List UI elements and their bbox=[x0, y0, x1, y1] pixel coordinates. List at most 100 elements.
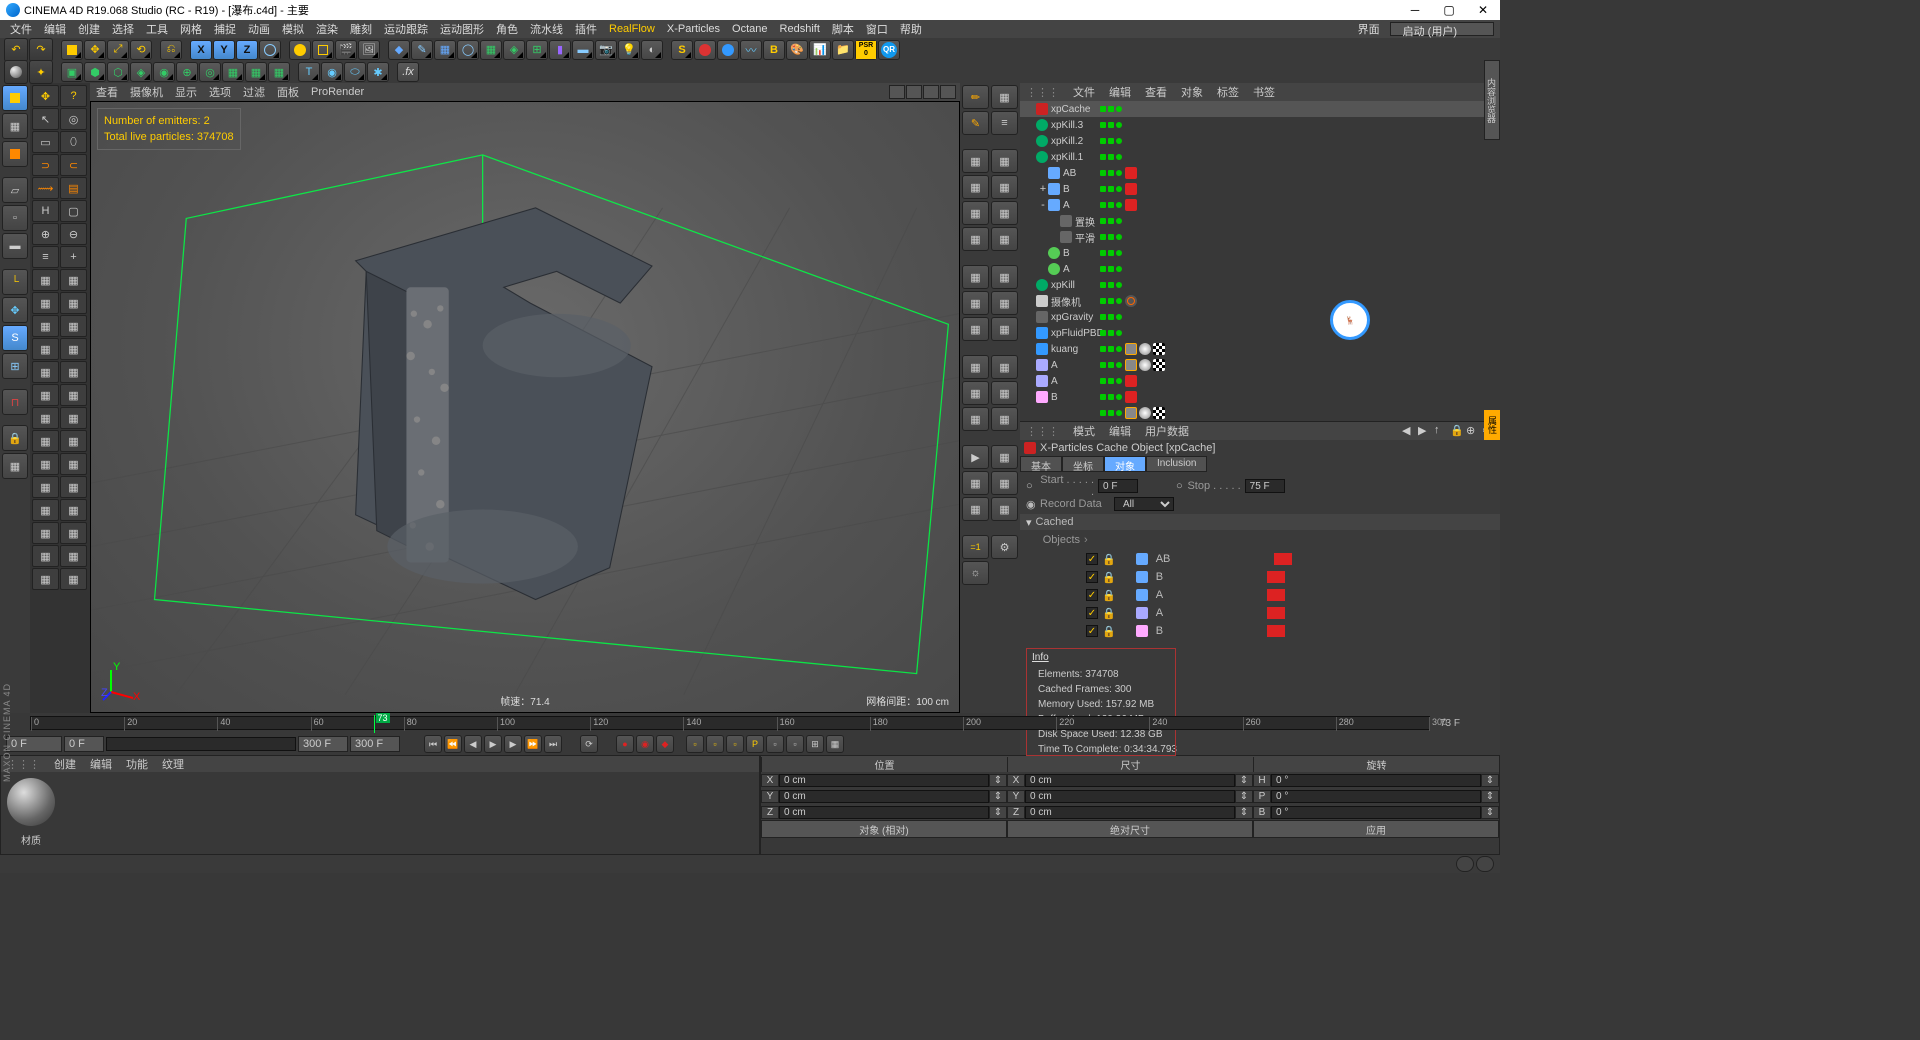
key-rot-button[interactable]: ▫ bbox=[726, 735, 744, 753]
vp-nav2-icon[interactable] bbox=[906, 85, 922, 99]
cached-checkbox[interactable]: ✓ bbox=[1086, 589, 1098, 601]
attr-stop-input[interactable] bbox=[1245, 479, 1285, 493]
rt-c1-icon[interactable]: ▦ bbox=[962, 355, 989, 379]
tag-red[interactable] bbox=[1125, 375, 1137, 387]
rt-d4-icon[interactable]: ▦ bbox=[991, 471, 1018, 495]
palette-x5-icon[interactable]: ▦ bbox=[32, 315, 59, 337]
vp-nav4-icon[interactable] bbox=[940, 85, 956, 99]
floor-icon[interactable]: ▬ bbox=[572, 40, 594, 60]
poly-mode-icon[interactable]: ▬ bbox=[2, 233, 28, 259]
palette-z6-icon[interactable]: ▦ bbox=[60, 499, 87, 521]
tag-ck[interactable] bbox=[1153, 343, 1165, 355]
lock-icon[interactable]: 🔒 bbox=[1102, 589, 1116, 602]
rot-input[interactable]: 0 ° bbox=[1271, 790, 1481, 803]
null-icon[interactable]: ◆ bbox=[388, 40, 410, 60]
object-row[interactable]: 平滑 bbox=[1020, 229, 1500, 245]
palette-z7-icon[interactable]: ▦ bbox=[32, 522, 59, 544]
xp-cube-icon[interactable]: ⬢ bbox=[84, 62, 106, 82]
enable-toggle[interactable] bbox=[1116, 218, 1122, 224]
rot-input[interactable]: 0 ° bbox=[1271, 806, 1481, 819]
lock-icon[interactable]: 🔒 bbox=[1102, 553, 1116, 566]
object-row[interactable]: B bbox=[1020, 389, 1500, 405]
ball-icon[interactable] bbox=[4, 60, 28, 84]
object-row[interactable]: xpKill.2 bbox=[1020, 133, 1500, 149]
menu-select[interactable]: 选择 bbox=[106, 21, 140, 37]
menu-snap[interactable]: 捕捉 bbox=[208, 21, 242, 37]
effectors-icon[interactable]: ✱ bbox=[367, 62, 389, 82]
plugin-red-icon[interactable] bbox=[694, 40, 716, 60]
menu-edit[interactable]: 编辑 bbox=[38, 21, 72, 37]
rt-pencil-icon[interactable]: ✏ bbox=[962, 85, 989, 109]
mat-menu-edit[interactable]: 编辑 bbox=[90, 756, 112, 772]
palette-x7-icon[interactable]: ▦ bbox=[32, 338, 59, 360]
palette-ring2-icon[interactable]: ⊂ bbox=[60, 154, 87, 176]
attr-record-dropdown[interactable]: All bbox=[1114, 497, 1174, 511]
visibility-editor-toggle[interactable] bbox=[1100, 266, 1106, 272]
tag-ck[interactable] bbox=[1153, 359, 1165, 371]
cube-primitive-icon[interactable]: ▦ bbox=[434, 40, 456, 60]
live-select-icon[interactable] bbox=[61, 40, 83, 60]
visibility-render-toggle[interactable] bbox=[1108, 346, 1114, 352]
tag-red[interactable] bbox=[1125, 167, 1137, 179]
visibility-editor-toggle[interactable] bbox=[1100, 106, 1106, 112]
vp-menu-camera[interactable]: 摄像机 bbox=[130, 84, 163, 100]
visibility-render-toggle[interactable] bbox=[1108, 410, 1114, 416]
visibility-render-toggle[interactable] bbox=[1108, 106, 1114, 112]
cached-checkbox[interactable]: ✓ bbox=[1086, 571, 1098, 583]
rt-gear-icon[interactable]: ⚙ bbox=[991, 535, 1018, 559]
enable-toggle[interactable] bbox=[1116, 394, 1122, 400]
palette-x4-icon[interactable]: ▦ bbox=[60, 292, 87, 314]
palette-x6-icon[interactable]: ▦ bbox=[60, 315, 87, 337]
rt-cube-icon[interactable]: ▦ bbox=[991, 85, 1018, 109]
object-row[interactable]: A bbox=[1020, 261, 1500, 277]
cached-item-row[interactable]: ✓🔒AB bbox=[1086, 550, 1494, 568]
object-row[interactable]: xpKill.1 bbox=[1020, 149, 1500, 165]
visibility-render-toggle[interactable] bbox=[1108, 154, 1114, 160]
menu-script[interactable]: 脚本 bbox=[826, 21, 860, 37]
obj-menu-bookmarks[interactable]: 书签 bbox=[1253, 84, 1275, 100]
tag-no[interactable] bbox=[1125, 295, 1137, 307]
visibility-render-toggle[interactable] bbox=[1108, 250, 1114, 256]
goto-end-button[interactable]: ⏭ bbox=[544, 735, 562, 753]
text-spline-icon[interactable]: T bbox=[298, 62, 320, 82]
menu-mesh[interactable]: 网格 bbox=[174, 21, 208, 37]
menu-simulate[interactable]: 模拟 bbox=[276, 21, 310, 37]
key-scale-button[interactable]: ▫ bbox=[706, 735, 724, 753]
mat-menu-create[interactable]: 创建 bbox=[54, 756, 76, 772]
attr-menu-edit[interactable]: 编辑 bbox=[1109, 423, 1131, 439]
rt-a8-icon[interactable]: ▦ bbox=[991, 227, 1018, 251]
visibility-render-toggle[interactable] bbox=[1108, 314, 1114, 320]
xp-cube4-icon[interactable]: ▦ bbox=[268, 62, 290, 82]
visibility-editor-toggle[interactable] bbox=[1100, 154, 1106, 160]
tag-org[interactable] bbox=[1125, 359, 1137, 371]
plugin-folder-icon[interactable]: 📁 bbox=[832, 40, 854, 60]
size-input[interactable]: 0 cm bbox=[1025, 774, 1235, 787]
visibility-render-toggle[interactable] bbox=[1108, 234, 1114, 240]
pos-input[interactable]: 0 cm bbox=[779, 806, 989, 819]
qr-button[interactable]: QR bbox=[878, 40, 900, 60]
tag-red[interactable] bbox=[1125, 391, 1137, 403]
range-end-input[interactable]: 300 F bbox=[298, 736, 348, 752]
rt-a2-icon[interactable]: ▦ bbox=[991, 149, 1018, 173]
palette-lasso-icon[interactable]: ⬯ bbox=[60, 131, 87, 153]
coord-size-dropdown[interactable]: 绝对尺寸 bbox=[1007, 820, 1253, 838]
palette-y2-icon[interactable]: ▦ bbox=[60, 361, 87, 383]
key-pla-button[interactable]: ▫ bbox=[766, 735, 784, 753]
attr-tab-coord[interactable]: 坐标 bbox=[1062, 456, 1104, 472]
vp-menu-prorender[interactable]: ProRender bbox=[311, 86, 364, 98]
enable-toggle[interactable] bbox=[1116, 410, 1122, 416]
object-row[interactable]: kuang bbox=[1020, 341, 1500, 357]
xp-sphere-icon[interactable]: ⬡ bbox=[107, 62, 129, 82]
object-row[interactable] bbox=[1020, 405, 1500, 421]
rt-a3-icon[interactable]: ▦ bbox=[962, 175, 989, 199]
vp-menu-view[interactable]: 查看 bbox=[96, 84, 118, 100]
side-tab-attributes[interactable]: 属性 bbox=[1484, 410, 1500, 440]
menu-xparticles[interactable]: X-Particles bbox=[661, 23, 726, 35]
visibility-editor-toggle[interactable] bbox=[1100, 138, 1106, 144]
visibility-editor-toggle[interactable] bbox=[1100, 202, 1106, 208]
key-pos-button[interactable]: ▫ bbox=[686, 735, 704, 753]
rt-b4-icon[interactable]: ▦ bbox=[991, 291, 1018, 315]
obj-menu-file[interactable]: 文件 bbox=[1073, 84, 1095, 100]
palette-center-icon[interactable]: + bbox=[60, 246, 87, 268]
mat-menu-texture[interactable]: 纹理 bbox=[162, 756, 184, 772]
